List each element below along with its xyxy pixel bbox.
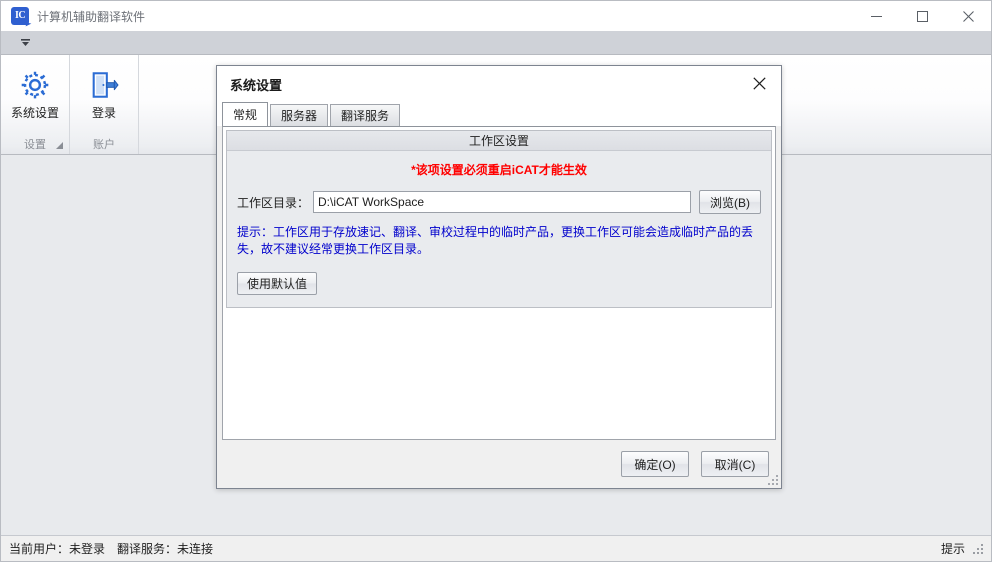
login-label: 登录: [91, 106, 116, 120]
login-door-icon: [89, 68, 119, 102]
gear-icon: [20, 68, 50, 102]
window-controls: [853, 1, 991, 31]
dialog-page-empty-area: [223, 308, 775, 439]
maximize-button[interactable]: [899, 1, 945, 31]
workspace-directory-input[interactable]: [313, 191, 691, 213]
restart-warning-text: *该项设置必须重启iCAT才能生效: [411, 163, 587, 177]
system-settings-dialog: 系统设置 常规 服务器 翻译服务 工作区设置 *该项设置必须重启iCAT才能生效…: [216, 65, 782, 489]
dialog-launcher-icon[interactable]: [55, 141, 64, 150]
quick-access-toolbar: [1, 31, 991, 55]
close-button[interactable]: [945, 1, 991, 31]
tab-translation-service-label: 翻译服务: [341, 109, 390, 123]
ribbon-group-account-items: 登录: [70, 55, 138, 134]
status-left-group: 当前用户：未登录 翻译服务：未连接: [9, 540, 213, 557]
status-bar: 当前用户：未登录 翻译服务：未连接 提示: [1, 535, 991, 561]
dialog-resize-grip-icon[interactable]: [767, 474, 778, 485]
tab-server-label: 服务器: [281, 109, 318, 123]
app-title: 计算机辅助翻译软件: [37, 9, 146, 24]
workspace-group-title: 工作区设置: [227, 131, 771, 151]
workspace-group-body: *该项设置必须重启iCAT才能生效 工作区目录： 浏览(B) 提示：工作区用于存…: [227, 151, 771, 307]
status-current-user: 当前用户：未登录: [9, 542, 106, 556]
dialog-tab-page: 工作区设置 *该项设置必须重启iCAT才能生效 工作区目录： 浏览(B) 提示：…: [222, 126, 776, 440]
system-settings-button[interactable]: 系统设置: [7, 61, 63, 126]
ribbon-group-settings-label: 设置: [24, 139, 46, 151]
dialog-close-button[interactable]: [737, 66, 781, 100]
ribbon-group-settings: 系统设置 设置: [1, 55, 70, 154]
ok-button[interactable]: 确定(O): [621, 451, 689, 477]
login-button[interactable]: 登录: [76, 61, 132, 126]
dialog-tab-strip: 常规 服务器 翻译服务: [217, 102, 781, 126]
ribbon-group-account: 登录 账户: [70, 55, 139, 154]
workspace-hint-text: 提示：工作区用于存放速记、翻译、审校过程中的临时产品，更换工作区可能会造成临时产…: [237, 225, 754, 256]
ribbon-group-account-label: 账户: [93, 139, 115, 151]
title-bar: IC 计算机辅助翻译软件: [1, 1, 991, 31]
ribbon-group-account-footer: 账户: [70, 134, 138, 154]
app-logo-icon: IC: [11, 7, 29, 25]
app-logo-text: IC: [14, 10, 26, 21]
ribbon-group-settings-footer: 设置: [1, 134, 69, 154]
tab-server[interactable]: 服务器: [270, 104, 329, 126]
resize-grip-icon[interactable]: [972, 543, 983, 554]
dialog-title: 系统设置: [230, 77, 283, 93]
dialog-footer: 确定(O) 取消(C): [217, 440, 781, 488]
tab-general-label: 常规: [233, 108, 258, 122]
cancel-button[interactable]: 取消(C): [701, 451, 769, 477]
status-translation-service: 翻译服务：未连接: [117, 542, 214, 556]
dialog-title-bar: 系统设置: [217, 66, 781, 102]
tab-general[interactable]: 常规: [222, 102, 269, 126]
workspace-directory-label: 工作区目录：: [237, 195, 310, 210]
workspace-settings-group: 工作区设置 *该项设置必须重启iCAT才能生效 工作区目录： 浏览(B) 提示：…: [226, 130, 772, 308]
status-hint-label: 提示: [940, 542, 965, 556]
chevron-down-icon[interactable]: [15, 34, 35, 52]
system-settings-label: 系统设置: [10, 106, 59, 120]
workspace-directory-row: 工作区目录： 浏览(B): [237, 190, 761, 214]
use-default-button[interactable]: 使用默认值: [237, 272, 318, 295]
status-right-group: 提示: [941, 540, 983, 557]
minimize-button[interactable]: [853, 1, 899, 31]
tab-translation-service[interactable]: 翻译服务: [330, 104, 401, 126]
ribbon-group-settings-items: 系统设置: [1, 55, 69, 134]
browse-button[interactable]: 浏览(B): [699, 190, 761, 214]
